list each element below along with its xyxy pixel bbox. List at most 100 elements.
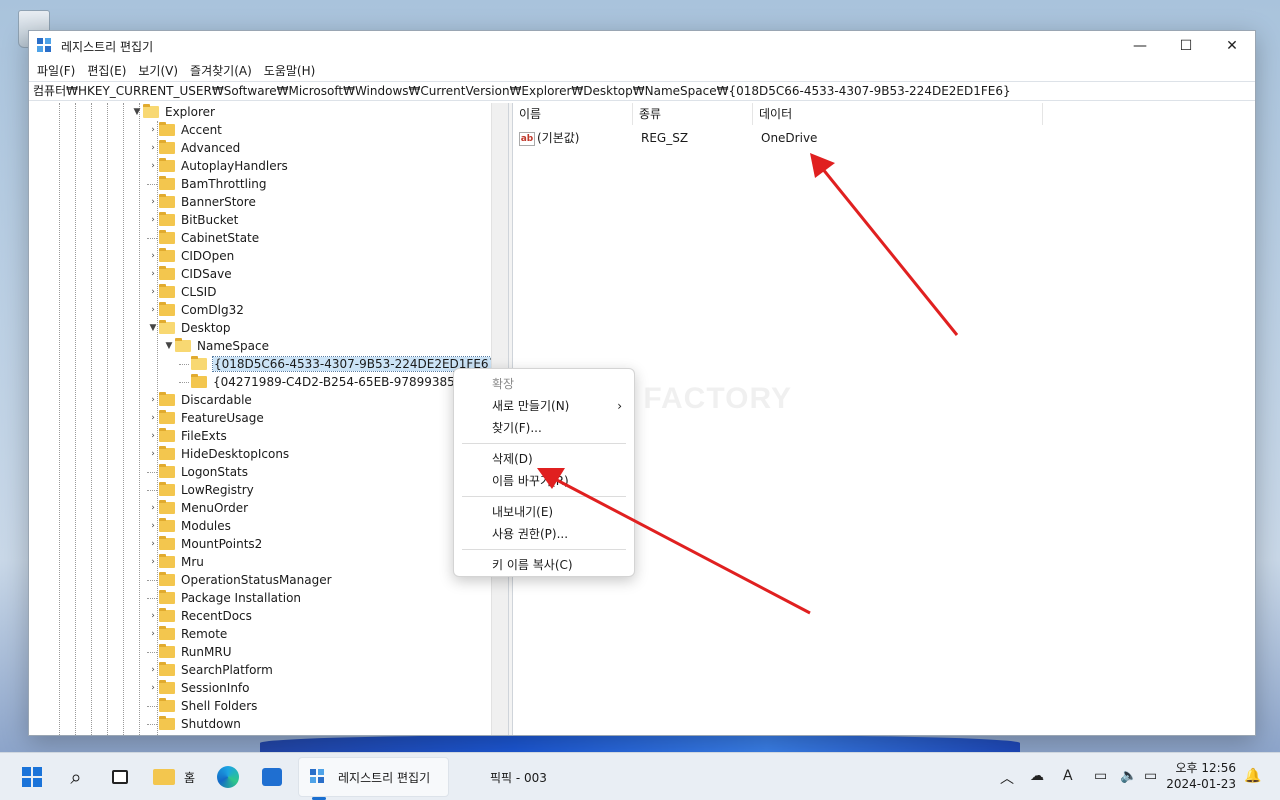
search-icon[interactable]: ⌕ <box>62 763 90 791</box>
chevron-right-icon[interactable]: › <box>147 193 159 211</box>
store-icon[interactable] <box>258 763 286 791</box>
tree-item[interactable]: › MenuOrder <box>147 499 248 517</box>
chevron-right-icon[interactable]: › <box>147 211 159 229</box>
tree-item[interactable]: › MountPoints2 <box>147 535 262 553</box>
tree-item[interactable]: › Mru <box>147 553 204 571</box>
maximize-button[interactable]: ☐ <box>1163 31 1209 61</box>
menu-separator <box>462 496 626 497</box>
tree-item-selected-key[interactable]: {018D5C66-4533-4307-9B53-224DE2ED1FE6} <box>179 355 491 373</box>
tree-item[interactable]: › Advanced <box>147 139 240 157</box>
chevron-right-icon[interactable]: › <box>147 409 159 427</box>
tree-item[interactable]: › SessionInfo <box>147 679 250 697</box>
edge-icon[interactable] <box>214 763 242 791</box>
tree-item[interactable]: › FeatureUsage <box>147 409 264 427</box>
tree-item[interactable]: › Remote <box>147 625 227 643</box>
chevron-right-icon[interactable]: › <box>147 139 159 157</box>
tree-item[interactable]: LowRegistry <box>147 481 254 499</box>
tree-item[interactable]: Shell Folders <box>147 697 257 715</box>
chevron-down-icon[interactable]: ▼ <box>131 103 143 121</box>
chevron-right-icon[interactable]: › <box>147 301 159 319</box>
tree-item-namespace[interactable]: ▼ NameSpace <box>163 337 269 355</box>
tree-item[interactable]: › HideDesktopIcons <box>147 445 289 463</box>
task-view-icon[interactable] <box>106 763 134 791</box>
tree-item[interactable]: {04271989-C4D2-B254-65EB-97899385AC <box>179 373 471 391</box>
close-button[interactable]: ✕ <box>1209 31 1255 61</box>
volume-icon[interactable]: 🔈 <box>1120 768 1137 784</box>
folder-icon <box>159 608 175 622</box>
chevron-right-icon[interactable]: › <box>147 625 159 643</box>
tree-item[interactable]: › ComDlg32 <box>147 301 244 319</box>
chevron-right-icon[interactable]: › <box>147 607 159 625</box>
chevron-right-icon[interactable]: › <box>147 247 159 265</box>
menu-view[interactable]: 보기(V) <box>134 61 182 81</box>
menu-item-find[interactable]: 찾기(F)... <box>462 417 626 439</box>
chevron-right-icon[interactable]: › <box>147 535 159 553</box>
chevron-down-icon[interactable]: ▼ <box>163 337 175 355</box>
tree-item[interactable]: LogonStats <box>147 463 248 481</box>
chevron-right-icon[interactable]: › <box>147 499 159 517</box>
chevron-right-icon[interactable]: › <box>147 661 159 679</box>
address-bar[interactable]: 컴퓨터₩HKEY_CURRENT_USER₩Software₩Microsoft… <box>29 81 1255 101</box>
chevron-right-icon[interactable]: › <box>147 265 159 283</box>
onedrive-icon[interactable]: ☁ <box>1030 768 1044 784</box>
network-icon[interactable]: ▭ <box>1094 768 1107 784</box>
tree-item[interactable]: › Modules <box>147 517 231 535</box>
menu-item-delete[interactable]: 삭제(D) <box>462 448 626 470</box>
tree-item[interactable]: › FileExts <box>147 427 227 445</box>
menu-item-expand[interactable]: 확장 <box>462 373 626 395</box>
title-bar[interactable]: 레지스트리 편집기 — ☐ ✕ <box>29 31 1255 61</box>
tree-item[interactable]: › SearchPlatform <box>147 661 273 679</box>
taskbar-picpick-button[interactable]: 픽픽 - 003 <box>490 769 547 786</box>
minimize-button[interactable]: — <box>1117 31 1163 61</box>
ime-indicator[interactable]: A <box>1063 768 1073 784</box>
chevron-right-icon[interactable]: › <box>147 121 159 139</box>
tree-item[interactable]: RunMRU <box>147 643 231 661</box>
menu-item-permissions[interactable]: 사용 권한(P)... <box>462 523 626 545</box>
menu-item-rename[interactable]: 이름 바꾸기(R) <box>462 470 626 492</box>
chevron-down-icon[interactable]: ▼ <box>147 319 159 337</box>
chevron-right-icon[interactable]: › <box>147 517 159 535</box>
tree-item[interactable]: Package Installation <box>147 589 301 607</box>
file-explorer-icon[interactable] <box>150 763 178 791</box>
menu-item-export[interactable]: 내보내기(E) <box>462 501 626 523</box>
tree-item-explorer[interactable]: ▼ Explorer <box>131 103 215 121</box>
chevron-right-icon[interactable]: › <box>147 445 159 463</box>
tree-item[interactable]: › CLSID <box>147 283 216 301</box>
menu-item-copy-key-name[interactable]: 키 이름 복사(C) <box>462 554 626 576</box>
menu-item-new[interactable]: 새로 만들기(N) › <box>462 395 626 417</box>
tree-item[interactable]: Shutdown <box>147 715 241 733</box>
tree-item[interactable]: › BitBucket <box>147 211 238 229</box>
notification-bell-icon[interactable]: 🔔 <box>1244 768 1261 784</box>
system-clock[interactable]: 오후 12:56 2024-01-23 <box>1166 760 1236 792</box>
chevron-right-icon[interactable]: › <box>147 553 159 571</box>
value-data: OneDrive <box>761 131 818 145</box>
column-header-name[interactable]: 이름 <box>513 103 633 125</box>
tree-item[interactable]: › RecentDocs <box>147 607 252 625</box>
tree-item[interactable]: OperationStatusManager <box>147 571 332 589</box>
tree-item[interactable]: › CIDSave <box>147 265 232 283</box>
column-header-type[interactable]: 종류 <box>633 103 753 125</box>
menu-file[interactable]: 파일(F) <box>33 61 79 81</box>
column-header-data[interactable]: 데이터 <box>753 103 1043 125</box>
tree-item[interactable]: › AutoplayHandlers <box>147 157 288 175</box>
chevron-right-icon[interactable]: › <box>147 157 159 175</box>
tree-item-desktop[interactable]: ▼ Desktop <box>147 319 231 337</box>
menu-edit[interactable]: 편집(E) <box>83 61 130 81</box>
tree-item[interactable]: › CIDOpen <box>147 247 234 265</box>
tree-item[interactable]: BamThrottling <box>147 175 267 193</box>
folder-icon <box>159 284 175 298</box>
tree-item[interactable]: › Accent <box>147 121 222 139</box>
menu-help[interactable]: 도움말(H) <box>260 61 320 81</box>
chevron-right-icon[interactable]: › <box>147 391 159 409</box>
tree-item[interactable]: › BannerStore <box>147 193 256 211</box>
menu-favorites[interactable]: 즐겨찾기(A) <box>186 61 256 81</box>
start-button[interactable] <box>18 763 46 791</box>
chevron-right-icon[interactable]: › <box>147 427 159 445</box>
battery-icon[interactable]: ▭ <box>1144 768 1157 784</box>
chevron-right-icon[interactable]: › <box>147 679 159 697</box>
tree-item[interactable]: › Discardable <box>147 391 252 409</box>
tree-item[interactable]: CabinetState <box>147 229 259 247</box>
chevron-right-icon[interactable]: › <box>147 283 159 301</box>
chevron-up-icon[interactable]: ︿ <box>1000 768 1014 788</box>
value-row[interactable]: ab (기본값) REG_SZ OneDrive <box>513 129 1113 147</box>
